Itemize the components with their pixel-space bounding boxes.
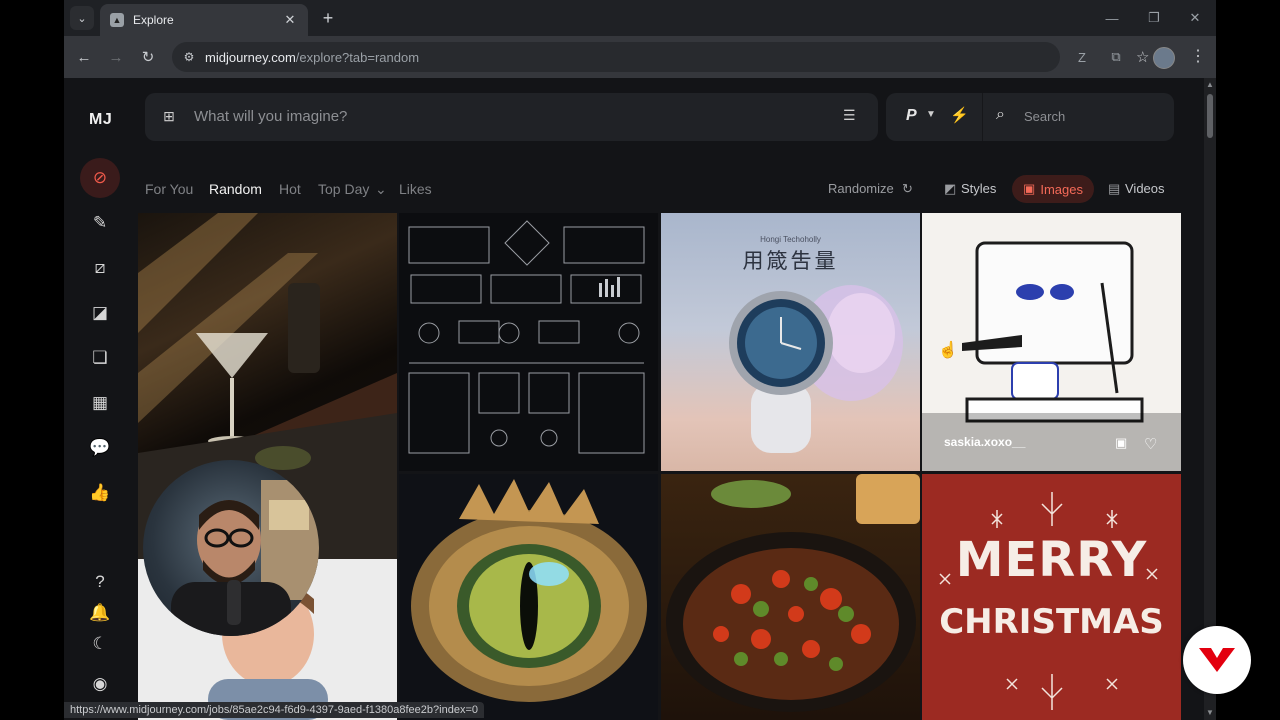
- dragon-eye-image: [411, 479, 647, 702]
- tab-for-you[interactable]: For You: [145, 181, 193, 197]
- window-close-icon[interactable]: ✕: [1185, 8, 1205, 28]
- sidebar-likes-thumb-icon[interactable]: 👍: [80, 473, 120, 513]
- image-tile-hud[interactable]: [399, 213, 658, 471]
- videos-icon: ▤: [1108, 181, 1121, 196]
- sidebar-create-brush-icon[interactable]: ✎: [80, 203, 120, 243]
- account-icon[interactable]: ◉: [80, 664, 120, 704]
- back-arrow-icon[interactable]: ←: [73, 46, 95, 68]
- food-image: [666, 474, 920, 712]
- videos-button[interactable]: Videos: [1125, 181, 1165, 196]
- profile-avatar[interactable]: [1153, 47, 1175, 69]
- tab-hot[interactable]: Hot: [279, 181, 301, 197]
- tab-search-icon[interactable]: ⌄: [70, 6, 94, 30]
- mouse-cursor-hand-icon: ☝: [938, 342, 958, 359]
- extension-z-icon[interactable]: Z: [1073, 48, 1091, 66]
- url-text: midjourney.com/explore?tab=random: [205, 50, 419, 65]
- christmas-text-merry: MERRY: [955, 532, 1148, 588]
- images-icon: ▣: [1023, 181, 1036, 196]
- sidebar-explore-compass-icon[interactable]: ⊘: [80, 158, 120, 198]
- personalize-p-toggle[interactable]: P: [906, 107, 917, 125]
- image-tile-espresso[interactable]: saskia.xoxo__ ▣ ♡: [922, 213, 1181, 471]
- christmas-decor: [939, 492, 1158, 710]
- sidebar-personalize-icon[interactable]: ◪: [80, 293, 120, 333]
- chevron-down-icon[interactable]: ▼: [926, 109, 936, 120]
- tab-close-icon[interactable]: ✕: [282, 12, 298, 28]
- image-tile-dragon-eye[interactable]: [399, 474, 658, 720]
- hud-image: [408, 220, 645, 454]
- chevron-down-icon[interactable]: ⌄: [375, 181, 387, 198]
- bookmark-star-icon[interactable]: ☆: [1136, 48, 1149, 66]
- image-tile-food[interactable]: [661, 474, 920, 720]
- scroll-thumb[interactable]: [1207, 94, 1213, 138]
- webcam-overlay: [143, 460, 319, 636]
- scroll-up-arrow-icon[interactable]: ▲: [1206, 80, 1214, 89]
- sidebar-organize-icon[interactable]: ❏: [80, 338, 120, 378]
- images-button[interactable]: ▣ Images: [1012, 175, 1094, 203]
- speed-bolt-icon[interactable]: ⚡: [950, 106, 969, 124]
- sidebar-chat-icon[interactable]: 💬: [80, 428, 120, 468]
- search-input[interactable]: Search: [1024, 109, 1065, 124]
- brand-badge-logo: [1183, 626, 1251, 694]
- tab-top-day[interactable]: Top Day: [318, 181, 369, 197]
- favicon-icon: ▲: [110, 13, 124, 27]
- dark-mode-moon-icon[interactable]: ☾: [80, 624, 120, 664]
- image-tile-watch[interactable]: Hongi Techoholly 用箴吿量: [661, 213, 920, 471]
- restore-icon[interactable]: ❐: [1144, 8, 1164, 28]
- divider: [982, 93, 983, 141]
- image-tile-christmas[interactable]: MERRY CHRISTMAS: [922, 474, 1181, 720]
- styles-button[interactable]: Styles: [961, 181, 996, 196]
- reload-icon[interactable]: ↻: [137, 46, 159, 68]
- presenter-image: [171, 480, 319, 636]
- minimize-icon[interactable]: —: [1102, 8, 1122, 28]
- search-icon: ⌕: [996, 106, 1005, 123]
- sidebar-moodboards-grid-icon[interactable]: ▦: [80, 383, 120, 423]
- styles-icon: ◩: [944, 181, 957, 196]
- tab-strip: ⌄ ▲ Explore ✕ + — ❐ ✕: [64, 0, 1216, 36]
- tile-text-icon[interactable]: ▣: [1115, 435, 1127, 451]
- status-link-preview: https://www.midjourney.com/jobs/85ae2c94…: [64, 702, 484, 718]
- tab-random[interactable]: Random: [209, 181, 262, 197]
- browser-toolbar: ← → ↻ ⚙ midjourney.com/explore?tab=rando…: [64, 36, 1216, 78]
- mode-search-box: P ▼ ⚡ ⌕ Search: [886, 93, 1174, 141]
- badge-logo-icon: [1199, 648, 1235, 672]
- mj-logo[interactable]: MJ: [89, 111, 112, 129]
- page-scrollbar[interactable]: ▲ ▼: [1204, 78, 1216, 720]
- christmas-text-christmas: CHRISTMAS: [939, 602, 1164, 642]
- prompt-placeholder[interactable]: What will you imagine?: [194, 108, 347, 125]
- address-bar[interactable]: ⚙ midjourney.com/explore?tab=random ☆: [172, 42, 1149, 72]
- tile-username[interactable]: saskia.xoxo__: [944, 435, 1025, 449]
- url-path: /explore?tab=random: [295, 50, 420, 65]
- randomize-button[interactable]: Randomize: [828, 181, 894, 196]
- imagine-prompt-bar[interactable]: ⊞ What will you imagine? ☰: [145, 93, 878, 141]
- tab-explore[interactable]: ▲ Explore ✕: [100, 4, 308, 36]
- tab-title: Explore: [133, 13, 174, 27]
- sidebar-edit-icon[interactable]: ⧄: [80, 248, 120, 288]
- extensions-puzzle-icon[interactable]: ⧉: [1107, 48, 1125, 66]
- watch-image: [729, 285, 903, 453]
- settings-sliders-icon[interactable]: ☰: [843, 107, 863, 127]
- url-host: midjourney.com: [205, 50, 296, 65]
- tab-likes[interactable]: Likes: [399, 181, 432, 197]
- images-label: Images: [1040, 181, 1083, 197]
- espresso-image: [922, 241, 1181, 471]
- refresh-icon[interactable]: ↻: [902, 181, 913, 197]
- add-image-icon[interactable]: ⊞: [159, 106, 179, 126]
- tile-like-heart-icon[interactable]: ♡: [1144, 435, 1157, 453]
- site-settings-icon[interactable]: ⚙: [180, 48, 198, 66]
- new-tab-plus-icon[interactable]: +: [318, 8, 338, 28]
- browser-menu-icon[interactable]: ⋮: [1190, 46, 1206, 66]
- scroll-down-arrow-icon[interactable]: ▼: [1206, 708, 1214, 717]
- forward-arrow-icon[interactable]: →: [105, 46, 127, 68]
